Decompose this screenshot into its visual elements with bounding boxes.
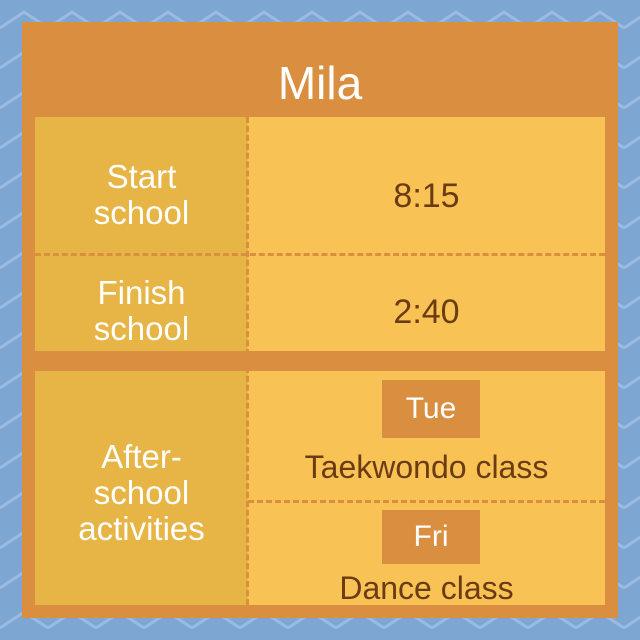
schedule-card: Mila Start school 8:15 Finish school 2:4… — [22, 22, 618, 618]
activities-label: After- school activities — [78, 438, 205, 547]
row-divider-1 — [35, 253, 605, 256]
activity-divider — [248, 500, 605, 503]
start-school-time: 8:15 — [393, 177, 460, 215]
activity-tue: Taekwondo class — [304, 449, 549, 485]
day-badge-fri: Fri — [382, 510, 480, 564]
activity-fri: Dance class — [339, 570, 514, 606]
start-school-label: Start school — [93, 158, 190, 231]
column-divider — [246, 117, 249, 605]
page-title: Mila — [277, 57, 363, 109]
day-badge-tue: Tue — [382, 380, 480, 438]
finish-school-label: Finish school — [93, 274, 190, 347]
schedule-table: Start school 8:15 Finish school 2:40 Aft… — [35, 117, 605, 605]
finish-school-time: 2:40 — [393, 293, 460, 331]
